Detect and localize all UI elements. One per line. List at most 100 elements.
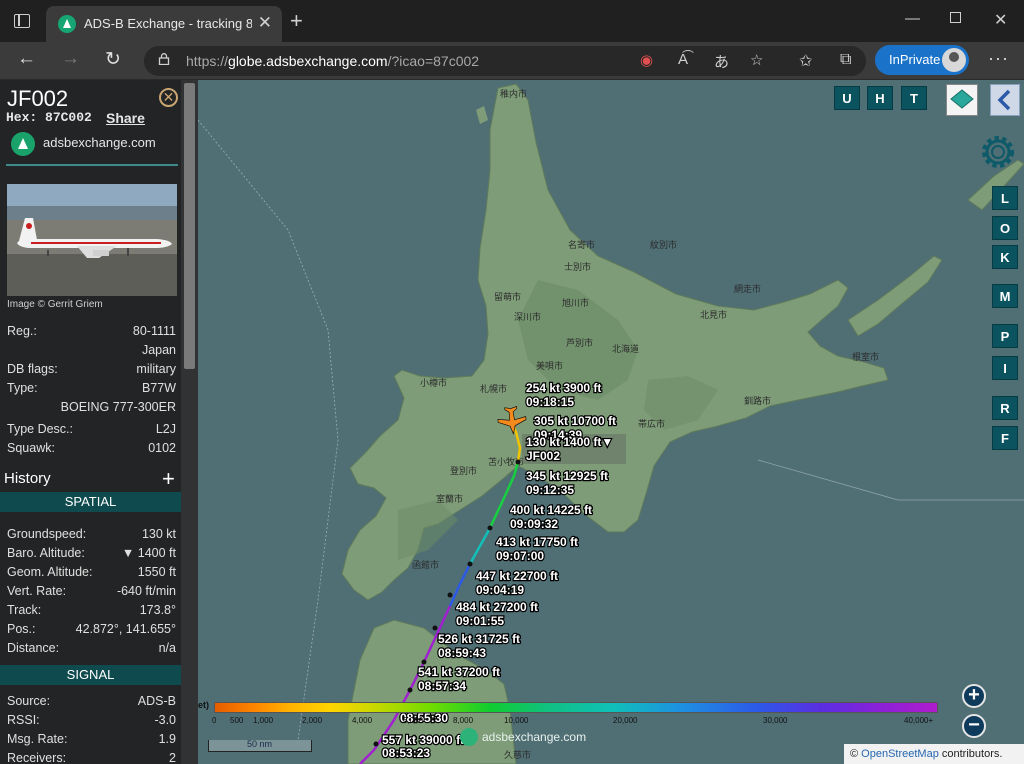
- detail-row: Type: B77W: [7, 381, 176, 395]
- tab-actions-icon[interactable]: [14, 14, 30, 28]
- legend-unit: et): [198, 700, 209, 710]
- favorites-icon[interactable]: ✩: [799, 51, 812, 71]
- settings-button[interactable]: [976, 130, 1020, 174]
- url-text: https://globe.adsbexchange.com/?icao=87c…: [186, 53, 480, 69]
- place-label: 函館市: [412, 559, 439, 571]
- layers-button[interactable]: [946, 84, 978, 116]
- new-tab-icon[interactable]: +: [290, 8, 303, 34]
- legend-tick: 2,000: [302, 716, 323, 725]
- osm-link[interactable]: OpenStreetMap: [861, 748, 939, 760]
- map-view[interactable]: 稚内市 名寄市 紋別市 士別市 留萌市 旭川市 網走市 深川市 北見市 芦別市 …: [198, 80, 1024, 764]
- track-label: 526 kt 31725 ft: [438, 632, 520, 646]
- map-button-m[interactable]: M: [992, 284, 1018, 308]
- track-label: 484 kt 27200 ft: [456, 600, 538, 614]
- track-label: 08:53:23: [382, 746, 430, 760]
- place-label: 留萌市: [494, 291, 521, 303]
- legend-tick: 40,000+: [904, 716, 934, 725]
- watermark: adsbexchange.com: [460, 728, 586, 746]
- altitude-color-bar: [214, 702, 938, 713]
- tab-adsb[interactable]: ADS-B Exchange - tracking 8686 ✕: [46, 6, 282, 42]
- map-button-k[interactable]: K: [992, 245, 1018, 269]
- legend-tick: 20,000: [613, 716, 638, 725]
- refresh-icon[interactable]: ↻: [105, 48, 121, 71]
- collections-icon[interactable]: ⧉: [840, 51, 851, 69]
- layers-icon: [950, 89, 974, 109]
- collapse-panel-button[interactable]: [990, 84, 1020, 116]
- map-button-r[interactable]: R: [992, 396, 1018, 420]
- aircraft-label: 130 kt 1400 ft▼: [526, 435, 613, 449]
- minimize-icon[interactable]: —: [905, 10, 920, 27]
- more-menu-icon[interactable]: ···: [988, 48, 1009, 69]
- place-label: 札幌市: [480, 383, 507, 395]
- map-button-i[interactable]: I: [992, 356, 1018, 380]
- hex-code: Hex: 87C002: [6, 110, 92, 125]
- browser-window: ADS-B Exchange - tracking 8686 ✕ + — ✕ ←…: [0, 0, 1024, 764]
- tracking-prevention-icon[interactable]: ◉: [640, 51, 653, 69]
- rebun-island: [476, 106, 488, 124]
- place-label: 稚内市: [500, 88, 527, 100]
- aircraft-photo[interactable]: [7, 184, 177, 296]
- zoom-in-button[interactable]: +: [962, 684, 986, 708]
- scale-bar: 50 nm: [208, 739, 312, 752]
- close-panel-icon[interactable]: ✕: [159, 88, 178, 107]
- map-canvas[interactable]: 稚内市 名寄市 紋別市 士別市 留萌市 旭川市 網走市 深川市 北見市 芦別市 …: [198, 80, 1024, 764]
- adsb-logo-icon: [11, 132, 35, 156]
- track-label: 08:59:43: [438, 646, 486, 660]
- map-button-f[interactable]: F: [992, 426, 1018, 450]
- map-button-h[interactable]: H: [867, 86, 893, 110]
- adsb-link[interactable]: adsbexchange.com: [43, 135, 156, 150]
- place-label: 芦別市: [566, 337, 593, 349]
- map-button-t[interactable]: T: [901, 86, 927, 110]
- sidebar-scrollbar-thumb[interactable]: [184, 83, 195, 369]
- maritime-boundary: [757, 459, 1024, 501]
- detail-row: BOEING 777-300ER: [60, 400, 176, 414]
- legend-tick: 4,000: [352, 716, 373, 725]
- place-label: 深川市: [514, 311, 541, 323]
- map-attribution: © OpenStreetMap contributors.: [844, 744, 1024, 764]
- address-bar[interactable]: https://globe.adsbexchange.com/?icao=87c…: [144, 46, 866, 76]
- inprivate-button[interactable]: InPrivate: [875, 45, 969, 75]
- window-close-icon[interactable]: ✕: [994, 10, 1007, 30]
- read-aloud-icon[interactable]: A͡: [678, 51, 688, 68]
- signal-header[interactable]: SIGNAL: [0, 665, 181, 685]
- track-label: 09:18:15: [526, 395, 574, 409]
- place-label: 美唄市: [536, 360, 563, 372]
- share-link[interactable]: Share: [106, 110, 145, 126]
- place-label: 室蘭市: [436, 493, 463, 505]
- map-button-o[interactable]: O: [992, 216, 1018, 240]
- map-button-u[interactable]: U: [834, 86, 860, 110]
- track-label: 09:07:00: [496, 549, 544, 563]
- detail-row: Japan: [141, 343, 176, 357]
- tab-close-icon[interactable]: ✕: [258, 13, 272, 33]
- place-label: 根室市: [852, 351, 879, 363]
- history-expand-icon[interactable]: +: [162, 466, 175, 492]
- track-label: 09:09:32: [510, 517, 558, 531]
- spatial-header[interactable]: SPATIAL: [0, 492, 181, 512]
- legend-tick: 30,000: [763, 716, 788, 725]
- tab-title: ADS-B Exchange - tracking 8686: [84, 16, 252, 31]
- maximize-icon[interactable]: [950, 12, 961, 23]
- legend-tick: 1,000: [253, 716, 274, 725]
- aircraft-info-panel: JF002 ✕ Hex: 87C002 Share adsbexchange.c…: [0, 80, 198, 764]
- spatial-row: Geom. Altitude: 1550 ft: [7, 565, 176, 579]
- profile-avatar: [942, 48, 966, 72]
- detail-row: Reg.: 80-1111: [7, 324, 176, 338]
- track-label: 09:12:35: [526, 483, 574, 497]
- map-button-p[interactable]: P: [992, 324, 1018, 348]
- map-button-l[interactable]: L: [992, 186, 1018, 210]
- translate-icon[interactable]: あ: [714, 51, 729, 72]
- flight-track-cyan: [468, 527, 492, 565]
- track-label: 541 kt 37200 ft: [418, 665, 500, 679]
- lock-icon: [158, 53, 170, 65]
- spatial-row: Baro. Altitude: ▼ 1400 ft: [7, 546, 176, 560]
- photo-credit: Image © Gerrit Griem: [7, 299, 103, 310]
- place-label: 紋別市: [650, 239, 677, 251]
- zoom-out-button[interactable]: −: [962, 714, 986, 738]
- track-label: 08:57:34: [418, 679, 466, 693]
- add-favorite-icon[interactable]: ☆: [750, 51, 763, 69]
- forward-icon[interactable]: →: [61, 48, 80, 70]
- back-icon[interactable]: ←: [17, 48, 36, 70]
- track-label: 400 kt 14225 ft: [510, 503, 592, 517]
- legend-tick: 6,000: [403, 716, 424, 725]
- track-label: 254 kt 3900 ft: [526, 381, 601, 395]
